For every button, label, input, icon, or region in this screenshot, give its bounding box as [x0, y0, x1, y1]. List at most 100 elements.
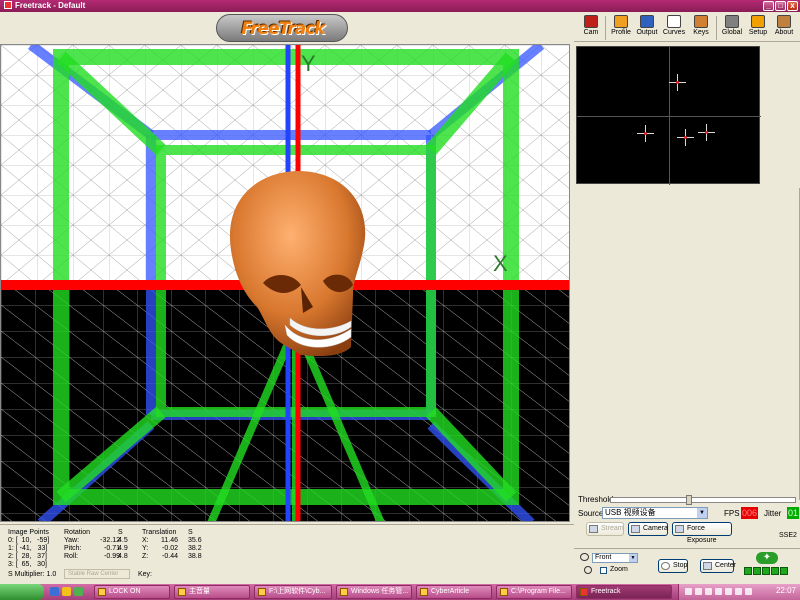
task-task-manager[interactable]: Windows 任务管...: [336, 585, 412, 599]
tray-icon[interactable]: [685, 588, 692, 595]
task-label: Freetrack: [591, 588, 621, 595]
toolbar-profile-button[interactable]: Profile: [608, 14, 634, 42]
point-tracking-view: [576, 46, 761, 185]
task-lock-on[interactable]: LOCK ON: [94, 585, 170, 599]
toolbar-keys-button[interactable]: Keys: [688, 14, 714, 42]
toolbar-separator: [716, 16, 717, 40]
toolbar-global-button[interactable]: Global: [719, 14, 745, 42]
task-icon: [420, 588, 428, 596]
start-button[interactable]: [0, 584, 44, 600]
source-select-value: USB 视频设备: [605, 508, 656, 517]
status-panel: Image Points 0: [ 10, -59] 1: [ -41, 33]…: [0, 524, 574, 582]
ty-value: -0.02: [162, 545, 178, 552]
force-exposure-button[interactable]: Force Exposure: [672, 522, 732, 544]
camera-button-row: Stream Camera Force Exposure SSE2: [574, 522, 800, 544]
tray-icon[interactable]: [705, 588, 712, 595]
threshold-slider-thumb[interactable]: [686, 495, 692, 505]
tz-s: 38.8: [188, 553, 202, 560]
tray-icon[interactable]: [735, 588, 742, 595]
threshold-slider[interactable]: [610, 495, 796, 505]
task-icon: [340, 588, 348, 596]
maximize-button[interactable]: □: [775, 1, 786, 11]
zoom-checkbox[interactable]: [600, 567, 607, 574]
right-panel-empty-area: [574, 188, 800, 500]
task-program-files[interactable]: C:\Program File...: [496, 585, 572, 599]
clock[interactable]: 22:07: [776, 586, 796, 595]
task-label: LOCK ON: [109, 588, 141, 595]
window-title: Freetrack - Default: [15, 1, 86, 10]
toolbar-profile-label: Profile: [611, 29, 631, 36]
logo-text: FreeTrack: [241, 19, 325, 39]
image-points-column: Image Points 0: [ 10, -59] 1: [ -41, 33]…: [8, 529, 49, 569]
toolbar-output-button[interactable]: Output: [634, 14, 660, 42]
task-freetrack[interactable]: Freetrack: [576, 585, 672, 599]
view-select[interactable]: Front ▼: [592, 553, 638, 563]
jitter-label: Jitter: [764, 509, 782, 518]
tray-icon[interactable]: [745, 588, 752, 595]
stream-button-label: Stream: [601, 525, 624, 532]
status-led: [753, 567, 761, 575]
toolbar-curves-button[interactable]: Curves: [661, 14, 687, 42]
task-cyberarticle[interactable]: CyberArticle: [416, 585, 492, 599]
tray-icon[interactable]: [725, 588, 732, 595]
toolbar-setup-button[interactable]: Setup: [745, 14, 771, 42]
head-3d-view[interactable]: Y X: [0, 44, 570, 522]
stop-button-label: Stop: [673, 562, 688, 569]
task-icon: [500, 588, 508, 596]
camera-icon: [631, 525, 640, 533]
zoom-label: Zoom: [610, 566, 628, 573]
taskbar: LOCK ON 主音量 F:\上网软件\Cyb... Windows 任务管..…: [0, 584, 800, 600]
status-leds: [744, 567, 789, 577]
toolbar-cam-button[interactable]: Cam: [578, 14, 604, 42]
task-folder[interactable]: F:\上网软件\Cyb...: [254, 585, 332, 599]
status-led: [771, 567, 779, 575]
folder-icon[interactable]: [62, 587, 71, 596]
desktop-icon[interactable]: [74, 587, 83, 596]
tray-icon[interactable]: [695, 588, 702, 595]
s-multiplier: S Multiplier: 1.0: [8, 571, 56, 578]
rotation-column: Rotation Yaw: Pitch: Roll:: [64, 529, 90, 561]
force-exposure-button-label: Force Exposure: [687, 525, 717, 544]
roll-value: -0.99: [104, 553, 120, 560]
yaw-value: -32.12: [100, 537, 120, 544]
keys-icon: [694, 15, 708, 28]
tracking-point: [677, 129, 694, 146]
freetrack-logo: FreeTrack: [216, 14, 348, 42]
image-point: 2: [ 28, 37]: [8, 553, 47, 560]
chevron-down-icon[interactable]: ▼: [629, 554, 637, 562]
toolbar-about-label: About: [774, 29, 794, 36]
chevron-down-icon[interactable]: ▼: [697, 508, 707, 518]
center-button-label: Center: [715, 562, 737, 569]
freetrack-status-logo: ✦: [756, 552, 778, 564]
y-axis-label: Y: [301, 51, 316, 76]
translation-values: 11.46 -0.02 -0.44: [150, 529, 178, 561]
app-icon: [4, 1, 12, 9]
minimize-button[interactable]: _: [763, 1, 774, 11]
translation-s-title: S: [188, 529, 193, 536]
stop-icon: [661, 562, 670, 570]
toolbar-separator: [605, 16, 606, 40]
rotation-title: Rotation: [64, 529, 91, 536]
camera-button[interactable]: Camera: [628, 522, 668, 536]
tx-s: 35.6: [188, 537, 202, 544]
image-points-title: Image Points: [8, 529, 49, 536]
toolbar-about-button[interactable]: About: [771, 14, 797, 42]
tz-value: -0.44: [162, 553, 178, 560]
task-label: C:\Program File...: [511, 588, 566, 595]
stop-button[interactable]: Stop: [658, 559, 688, 573]
task-volume[interactable]: 主音量: [174, 585, 250, 599]
source-select[interactable]: USB 视频设备 ▼: [602, 507, 708, 519]
roll-label: Roll:: [64, 553, 79, 560]
ie-icon[interactable]: [50, 587, 59, 596]
center-button[interactable]: Center: [700, 559, 737, 573]
tray-icon[interactable]: [715, 588, 722, 595]
fps-value: 006: [741, 507, 758, 519]
task-label: F:\上网软件\Cyb...: [269, 588, 326, 595]
magnifier-icon: [584, 566, 592, 574]
title-bar[interactable]: Freetrack - Default _ □ x: [0, 0, 800, 12]
task-label: CyberArticle: [431, 588, 470, 595]
close-button[interactable]: x: [787, 1, 798, 11]
stream-button[interactable]: Stream: [586, 522, 624, 536]
image-point: 3: [ 65, 30]: [8, 561, 47, 568]
task-label: Windows 任务管...: [351, 588, 409, 595]
